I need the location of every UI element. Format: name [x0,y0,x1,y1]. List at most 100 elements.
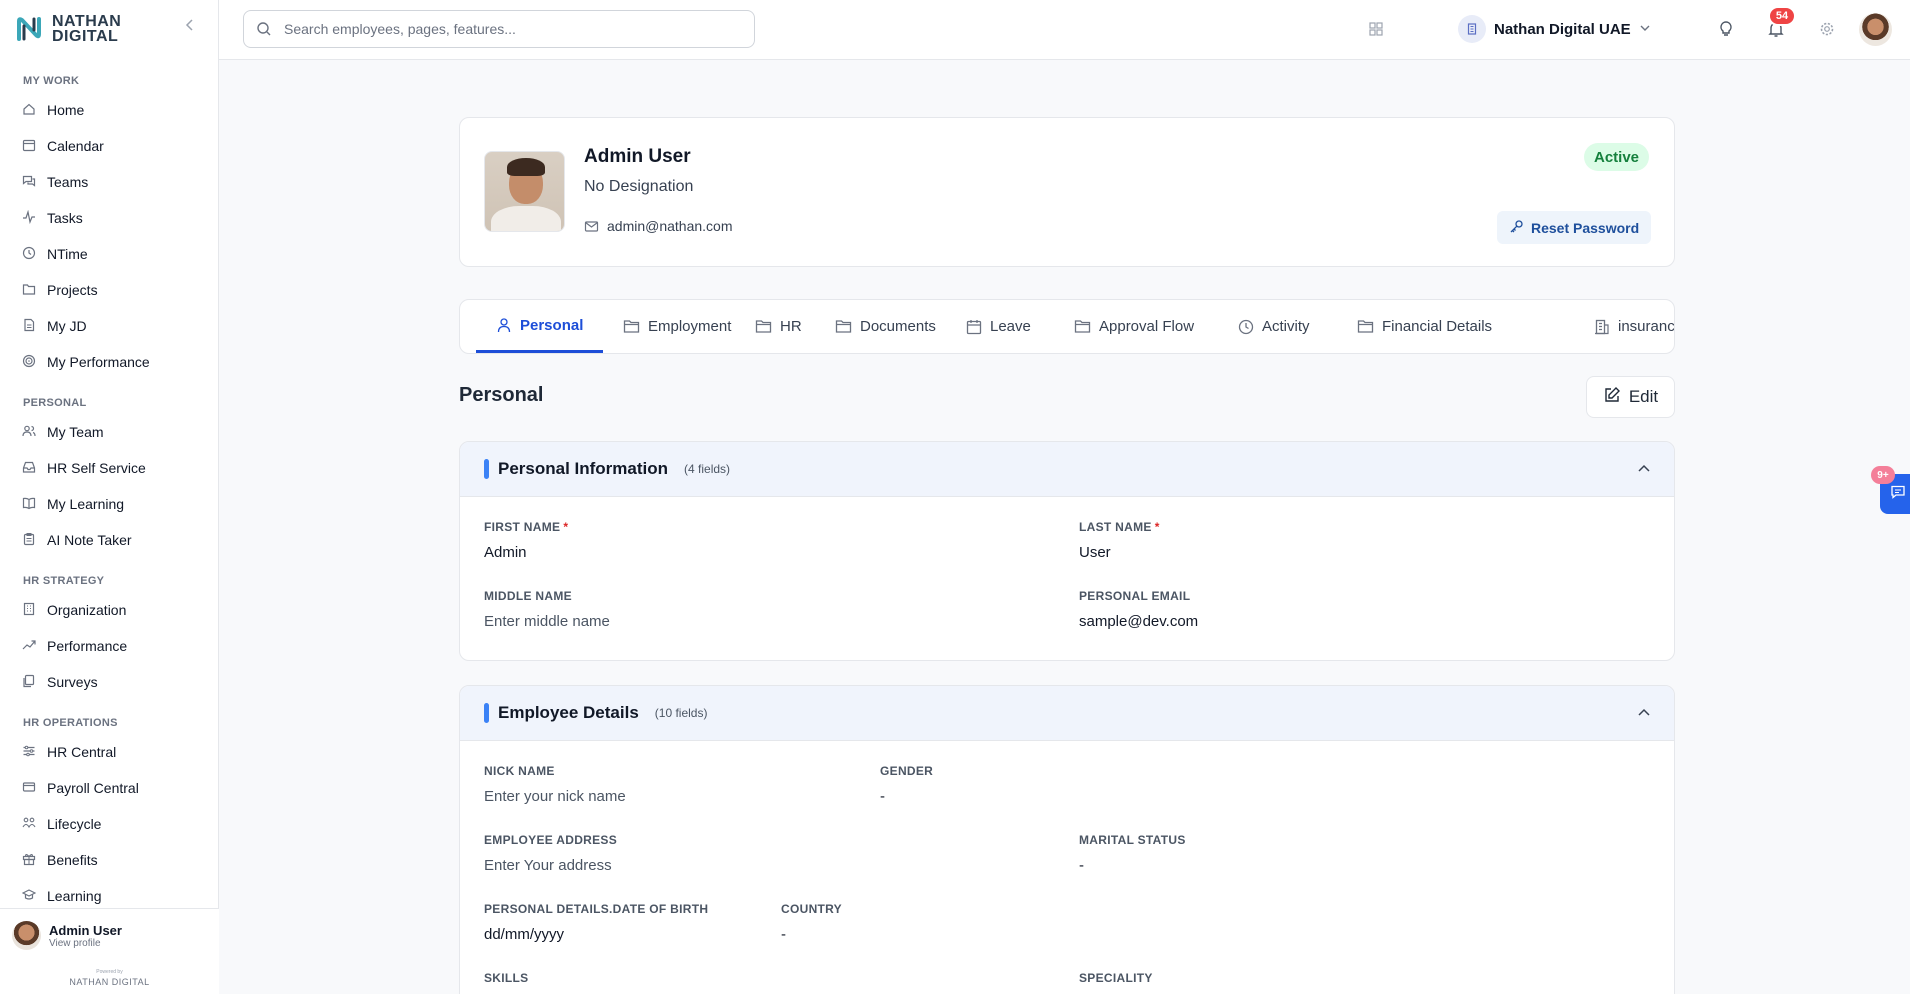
building-icon [1594,319,1610,335]
date-of-birth-field: PERSONAL DETAILS.DATE OF BIRTH dd/mm/yyy… [484,902,708,943]
sidebar-item-payroll-central[interactable]: Payroll Central [0,770,219,806]
section-title: Personal [459,384,544,406]
tab-label: Financial Details [1382,318,1493,335]
tab-activity[interactable]: Activity [1218,300,1330,353]
sidebar-item-lifecycle[interactable]: Lifecycle [0,806,219,842]
apps-grid-icon[interactable] [1366,19,1386,39]
chevron-down-icon [1639,22,1651,37]
tab-insurance[interactable]: insurance [1574,300,1675,353]
sidebar-item-learning[interactable]: Learning [0,878,219,908]
brand-logo[interactable]: NATHAN DIGITAL [14,12,121,46]
key-icon [1509,219,1524,237]
tab-documents[interactable]: Documents [815,300,956,353]
org-switcher[interactable]: Nathan Digital UAE [1458,15,1651,43]
chevron-up-icon[interactable] [1636,705,1652,721]
sidebar-item-label: AI Note Taker [47,532,132,548]
brand-line2: DIGITAL [52,28,119,45]
nav-section-title: HR STRATEGY [23,575,105,587]
view-profile-link[interactable]: View profile [49,938,122,949]
profile-name: Admin User [584,146,691,167]
tab-label: Personal [520,316,584,334]
address-value: Enter Your address [484,857,612,874]
tab-label: Approval Flow [1099,318,1195,335]
speciality-field: SPECIALITY [1079,971,1153,985]
profile-email: admin@nathan.com [584,218,733,234]
building-icon [22,602,38,618]
sidebar-item-my-jd[interactable]: My JD [0,308,219,344]
sidebar-item-hr-self-service[interactable]: HR Self Service [0,450,219,486]
sidebar-user-profile[interactable]: Admin User View profile [12,921,122,950]
edit-button[interactable]: Edit [1586,376,1675,418]
dob-value: dd/mm/yyyy [484,926,565,943]
tab-label: Documents [860,318,936,335]
sidebar-item-label: NTime [47,246,88,262]
nav-section-title: MY WORK [23,75,80,87]
sidebar-item-ntime[interactable]: NTime [0,236,219,272]
gift-icon [22,852,38,868]
reset-password-button[interactable]: Reset Password [1497,211,1652,244]
search-input[interactable] [284,21,724,37]
global-search[interactable] [243,10,755,48]
inbox-icon [22,460,38,476]
collapse-sidebar-icon[interactable] [183,18,199,34]
avatar[interactable] [1859,13,1892,46]
sidebar-item-label: Surveys [47,674,98,690]
org-name: Nathan Digital UAE [1494,20,1631,38]
tab-label: insurance [1618,318,1675,335]
tab-leave[interactable]: Leave [946,300,1051,353]
sidebar-item-label: My JD [47,318,87,334]
panel-header[interactable]: Employee Details (10 fields) [460,686,1674,741]
sidebar-item-performance[interactable]: Performance [0,628,219,664]
edit-label: Edit [1628,387,1659,406]
search-icon [256,21,272,37]
sidebar-user-name: Admin User [49,922,122,938]
country-label: COUNTRY [781,902,842,916]
top-bar: Nathan Digital UAE 54 [219,0,1910,60]
sidebar-item-surveys[interactable]: Surveys [0,664,219,700]
chat-unread-badge: 9+ [1871,466,1895,484]
sidebar-item-my-performance[interactable]: My Performance [0,344,219,380]
sidebar-item-benefits[interactable]: Benefits [0,842,219,878]
sidebar-item-calendar[interactable]: Calendar [0,128,219,164]
personal-email-field: PERSONAL EMAIL sample@dev.com [1079,589,1198,630]
sidebar-nav: MY WORK Home Calendar Teams Tasks NTime … [0,70,219,908]
edit-icon [1603,386,1621,409]
profile-photo [484,151,565,232]
sidebar-item-my-team[interactable]: My Team [0,414,219,450]
last-name-field: LAST NAME * User [1079,520,1160,561]
sidebar-item-projects[interactable]: Projects [0,272,219,308]
sidebar-item-label: Projects [47,282,98,298]
calendar-icon [966,319,982,335]
sidebar-footer: Admin User View profile Powered by NATHA… [0,908,219,994]
tab-approval-flow[interactable]: Approval Flow [1054,300,1214,353]
sidebar-item-label: Organization [47,602,127,618]
sidebar-item-teams[interactable]: Teams [0,164,219,200]
sidebar-item-my-learning[interactable]: My Learning [0,486,219,522]
sidebar-item-home[interactable]: Home [0,92,219,128]
tab-hr[interactable]: HR [735,300,822,353]
lightbulb-icon[interactable] [1716,19,1736,39]
user-icon [496,317,512,333]
message-icon [1890,484,1906,505]
tab-personal[interactable]: Personal [476,300,604,353]
notification-count-badge: 54 [1768,6,1796,26]
sidebar-item-ai-note-taker[interactable]: AI Note Taker [0,522,219,558]
folder-icon [1357,319,1374,334]
tab-label: Activity [1262,318,1310,335]
gear-icon[interactable] [1817,19,1837,39]
chevron-up-icon[interactable] [1636,461,1652,477]
gender-label: GENDER [880,764,934,778]
folder-icon [22,282,38,298]
clock-icon [1238,319,1254,335]
middle-name-field: MIDDLE NAME Enter middle name [484,589,610,630]
middle-name-value: Enter middle name [484,613,610,630]
sidebar-item-tasks[interactable]: Tasks [0,200,219,236]
panel-header[interactable]: Personal Information (4 fields) [460,442,1674,497]
gender-value: - [880,788,885,805]
sidebar-item-label: Payroll Central [47,780,139,796]
sidebar-item-organization[interactable]: Organization [0,592,219,628]
tab-employment[interactable]: Employment [603,300,751,353]
sidebar-item-label: HR Self Service [47,460,146,476]
sidebar-item-hr-central[interactable]: HR Central [0,734,219,770]
tab-financial-details[interactable]: Financial Details [1337,300,1512,353]
